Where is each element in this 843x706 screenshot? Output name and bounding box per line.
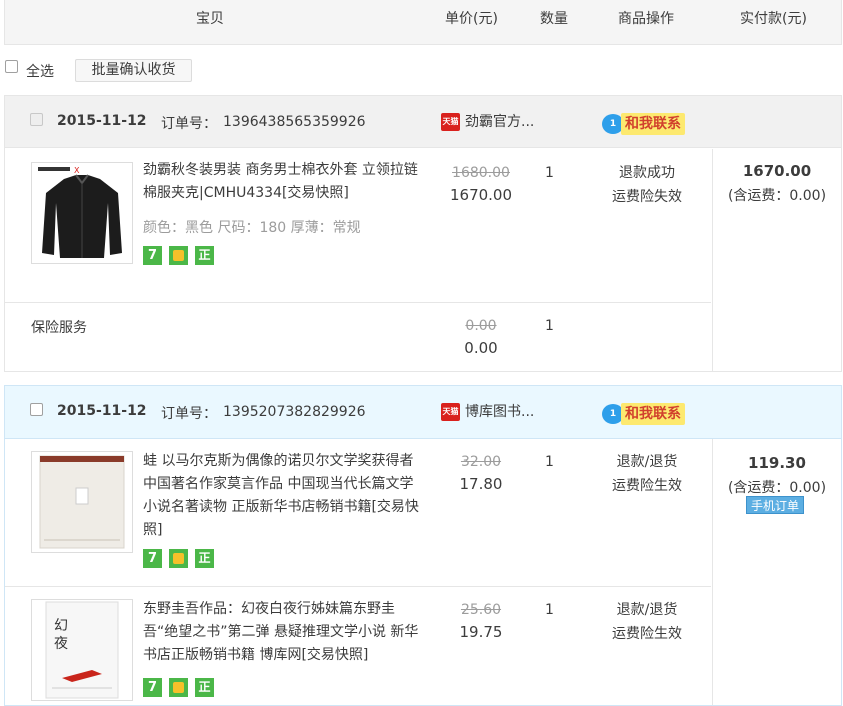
table-header: 宝贝 单价(元) 数量 商品操作 实付款(元)	[4, 0, 842, 45]
contact-seller-button[interactable]: 1 和我联系	[602, 113, 688, 135]
product-title-link[interactable]: 劲霸秋冬装男装 商务男士棉衣外套 立领拉链棉服夹克|CMHU4334[交易快照]	[143, 159, 421, 205]
order-item: 幻 夜 东野圭吾作品：幻夜白夜行姊妹篇东野圭吾“绝望之书”第二弹 悬疑推理文学小…	[5, 587, 711, 706]
shipping-insurance-status[interactable]: 运费险生效	[595, 474, 699, 498]
shop-name-link[interactable]: 劲霸官方...	[465, 111, 534, 131]
shipping-insurance-status[interactable]: 运费险生效	[595, 622, 699, 646]
paid-total: 1670.00	[742, 162, 812, 180]
book-frog-image	[32, 452, 132, 552]
product-thumbnail[interactable]: X	[31, 162, 133, 264]
svg-text:X: X	[74, 166, 80, 175]
original-price: 32.00	[460, 454, 502, 470]
item-operations: 退款/退货 运费险生效	[595, 598, 699, 646]
header-item: 宝贝	[196, 11, 224, 27]
insurance-quantity: 1	[545, 318, 554, 334]
select-all-checkbox[interactable]	[5, 60, 18, 73]
svg-text:夜: 夜	[54, 636, 68, 652]
order-card: 2015-11-12 订单号： 1396438565359926 天猫 劲霸官方…	[4, 95, 842, 372]
insurance-row: 保险服务 0.00 0.00 1	[5, 303, 711, 371]
genuine-icon[interactable]: 正	[195, 549, 214, 568]
item-operations: 退款/退货 运费险生效	[595, 450, 699, 498]
unit-price: 19.75	[459, 623, 503, 641]
order-no-label: 订单号：	[161, 116, 217, 132]
order-item: 蛙 以马尔克斯为偶像的诺贝尔文学奖获得者 中国著名作家莫言作品 中国现当代长篇文…	[5, 439, 711, 587]
batch-confirm-button[interactable]: 批量确认收货	[75, 59, 192, 82]
contact-label: 和我联系	[621, 113, 685, 135]
product-title-link[interactable]: 蛙 以马尔克斯为偶像的诺贝尔文学奖获得者 中国著名作家莫言作品 中国现当代长篇文…	[143, 450, 421, 542]
insurance-label: 保险服务	[31, 320, 87, 336]
shipping-fee: (含运费：0.00)	[727, 188, 827, 204]
payment-column: 1670.00 (含运费：0.00)	[712, 149, 841, 371]
compensation-icon[interactable]	[169, 678, 188, 697]
header-qty: 数量	[540, 11, 568, 27]
quantity: 1	[545, 454, 554, 470]
quantity: 1	[545, 602, 554, 618]
shipping-fee: (含运费：0.00)	[727, 480, 827, 496]
insurance-price: 0.00	[464, 339, 498, 357]
seven-day-return-icon[interactable]: 7	[143, 549, 162, 568]
compensation-icon[interactable]	[169, 246, 188, 265]
product-sku: 颜色：黑色 尺码：180 厚薄：常规	[143, 220, 361, 236]
book-genya-image: 幻 夜	[32, 600, 132, 700]
tmall-icon: 天猫	[441, 113, 460, 131]
refund-status-link[interactable]: 退款成功	[595, 161, 699, 185]
order-no-label: 订单号：	[161, 406, 217, 422]
header-ops: 商品操作	[618, 11, 674, 27]
genuine-icon[interactable]: 正	[195, 246, 214, 265]
original-price: 1680.00	[452, 165, 510, 181]
header-price: 单价(元)	[445, 11, 498, 27]
shipping-insurance-status[interactable]: 运费险失效	[595, 185, 699, 209]
seven-day-return-icon[interactable]: 7	[143, 246, 162, 265]
unit-price: 17.80	[459, 475, 503, 493]
refund-return-link[interactable]: 退款/退货	[595, 598, 699, 622]
original-price: 25.60	[460, 602, 502, 618]
order-date: 2015-11-12	[57, 113, 147, 129]
svg-text:幻: 幻	[54, 618, 68, 634]
order-date: 2015-11-12	[57, 403, 147, 419]
quantity: 1	[545, 165, 554, 181]
product-title-link[interactable]: 东野圭吾作品：幻夜白夜行姊妹篇东野圭吾“绝望之书”第二弹 悬疑推理文学小说 新华…	[143, 598, 421, 667]
insurance-original-price: 0.00	[465, 318, 497, 334]
contact-label: 和我联系	[621, 403, 685, 425]
mobile-order-badge[interactable]: 手机订单	[746, 496, 804, 514]
order-no: 1396438565359926	[223, 114, 366, 130]
order-checkbox[interactable]	[30, 113, 43, 126]
refund-return-link[interactable]: 退款/退货	[595, 450, 699, 474]
seven-day-return-icon[interactable]: 7	[143, 678, 162, 697]
product-thumbnail[interactable]	[31, 451, 133, 553]
product-thumbnail[interactable]: 幻 夜	[31, 599, 133, 701]
select-all-label[interactable]: 全选	[26, 61, 54, 81]
header-paid: 实付款(元)	[740, 11, 807, 27]
tmall-icon: 天猫	[441, 403, 460, 421]
order-checkbox[interactable]	[30, 403, 43, 416]
order-header: 2015-11-12 订单号： 1395207382829926 天猫 博库图书…	[5, 386, 841, 439]
order-item: X 劲霸秋冬装男装 商务男士棉衣外套 立领拉链棉服夹克|CMHU4334[交易快…	[5, 149, 711, 303]
jacket-image: X	[32, 163, 132, 263]
unit-price: 1670.00	[449, 186, 513, 204]
compensation-icon[interactable]	[169, 549, 188, 568]
order-card: 2015-11-12 订单号： 1395207382829926 天猫 博库图书…	[4, 385, 842, 706]
order-header: 2015-11-12 订单号： 1396438565359926 天猫 劲霸官方…	[5, 96, 841, 148]
select-bar: 全选 批量确认收货	[4, 56, 842, 86]
paid-total: 119.30	[748, 454, 806, 472]
payment-column: 119.30 (含运费：0.00) 手机订单	[712, 439, 841, 705]
contact-seller-button[interactable]: 1 和我联系	[602, 403, 688, 425]
order-no: 1395207382829926	[223, 404, 366, 420]
genuine-icon[interactable]: 正	[195, 678, 214, 697]
shop-name-link[interactable]: 博库图书...	[465, 401, 534, 421]
item-operations: 退款成功 运费险失效	[595, 161, 699, 209]
